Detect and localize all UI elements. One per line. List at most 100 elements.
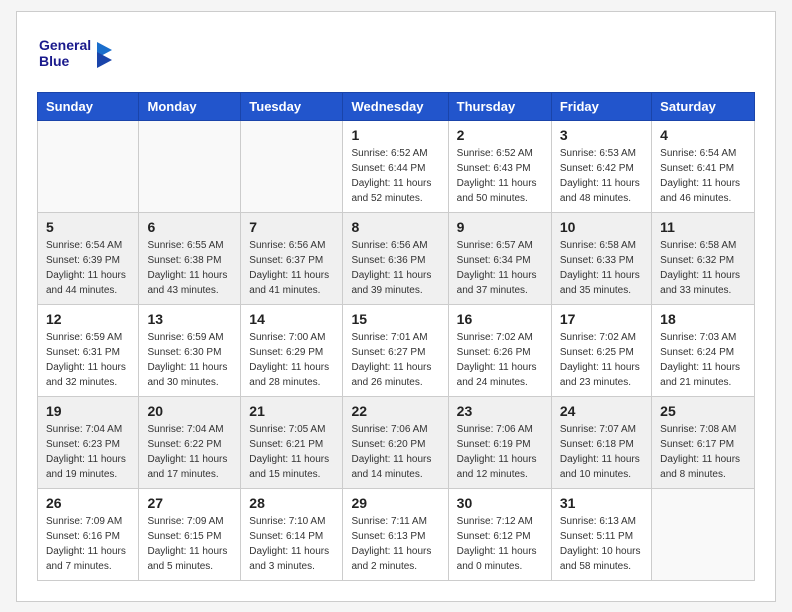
- day-info: Sunrise: 6:54 AM Sunset: 6:41 PM Dayligh…: [660, 146, 746, 206]
- svg-text:Blue: Blue: [39, 53, 70, 69]
- day-number: 8: [351, 219, 439, 235]
- day-info: Sunrise: 7:01 AM Sunset: 6:27 PM Dayligh…: [351, 330, 439, 390]
- weekday-header-sunday: Sunday: [38, 92, 139, 120]
- day-info: Sunrise: 6:52 AM Sunset: 6:43 PM Dayligh…: [457, 146, 543, 206]
- calendar-day-cell: 3 Sunrise: 6:53 AM Sunset: 6:42 PM Daylig…: [551, 120, 651, 212]
- weekday-header-friday: Friday: [551, 92, 651, 120]
- day-number: 25: [660, 403, 746, 419]
- svg-text:General: General: [39, 37, 91, 53]
- calendar-day-cell: 1 Sunrise: 6:52 AM Sunset: 6:44 PM Daylig…: [343, 120, 448, 212]
- day-info: Sunrise: 7:07 AM Sunset: 6:18 PM Dayligh…: [560, 422, 643, 482]
- calendar-day-cell: [139, 120, 241, 212]
- day-info: Sunrise: 7:08 AM Sunset: 6:17 PM Dayligh…: [660, 422, 746, 482]
- calendar-day-cell: 19Sunrise: 7:04 AM Sunset: 6:23 PM Dayli…: [38, 396, 139, 488]
- day-number: 20: [147, 403, 232, 419]
- calendar-week-row: 12 Sunrise: 6:59 AM Sunset: 6:31 PM Dayli…: [38, 304, 755, 396]
- calendar-day-cell: 14 Sunrise: 7:00 AM Sunset: 6:29 PM Dayli…: [241, 304, 343, 396]
- day-number: 27: [147, 495, 232, 511]
- day-number: 30: [457, 495, 543, 511]
- calendar-day-cell: 30 Sunrise: 7:12 AM Sunset: 6:12 PM Dayli…: [448, 488, 551, 580]
- day-info: Sunrise: 7:12 AM Sunset: 6:12 PM Dayligh…: [457, 514, 543, 574]
- calendar-day-cell: 7 Sunrise: 6:56 AM Sunset: 6:37 PM Daylig…: [241, 212, 343, 304]
- calendar-day-cell: 24 Sunrise: 7:07 AM Sunset: 6:18 PM Dayli…: [551, 396, 651, 488]
- day-number: 26: [46, 495, 130, 511]
- calendar-day-cell: 29 Sunrise: 7:11 AM Sunset: 6:13 PM Dayli…: [343, 488, 448, 580]
- day-number: 14: [249, 311, 334, 327]
- day-number: 13: [147, 311, 232, 327]
- day-info: Sunrise: 6:53 AM Sunset: 6:42 PM Dayligh…: [560, 146, 643, 206]
- day-number: 21: [249, 403, 334, 419]
- day-number: 17: [560, 311, 643, 327]
- weekday-header-thursday: Thursday: [448, 92, 551, 120]
- day-number: 29: [351, 495, 439, 511]
- calendar-day-cell: 10Sunrise: 6:58 AM Sunset: 6:33 PM Dayli…: [551, 212, 651, 304]
- day-number: 22: [351, 403, 439, 419]
- day-number: 31: [560, 495, 643, 511]
- day-number: 2: [457, 127, 543, 143]
- day-info: Sunrise: 6:13 AM Sunset: 5:11 PM Dayligh…: [560, 514, 643, 574]
- day-info: Sunrise: 6:58 AM Sunset: 6:32 PM Dayligh…: [660, 238, 746, 298]
- day-info: Sunrise: 7:00 AM Sunset: 6:29 PM Dayligh…: [249, 330, 334, 390]
- day-number: 1: [351, 127, 439, 143]
- day-info: Sunrise: 7:11 AM Sunset: 6:13 PM Dayligh…: [351, 514, 439, 574]
- calendar-day-cell: 22Sunrise: 7:06 AM Sunset: 6:20 PM Dayli…: [343, 396, 448, 488]
- calendar-day-cell: 28 Sunrise: 7:10 AM Sunset: 6:14 PM Dayli…: [241, 488, 343, 580]
- day-info: Sunrise: 6:56 AM Sunset: 6:37 PM Dayligh…: [249, 238, 334, 298]
- weekday-header-monday: Monday: [139, 92, 241, 120]
- calendar-week-row: 26 Sunrise: 7:09 AM Sunset: 6:16 PM Dayli…: [38, 488, 755, 580]
- day-info: Sunrise: 7:05 AM Sunset: 6:21 PM Dayligh…: [249, 422, 334, 482]
- day-info: Sunrise: 6:59 AM Sunset: 6:30 PM Dayligh…: [147, 330, 232, 390]
- weekday-header-saturday: Saturday: [652, 92, 755, 120]
- day-info: Sunrise: 7:02 AM Sunset: 6:25 PM Dayligh…: [560, 330, 643, 390]
- day-number: 3: [560, 127, 643, 143]
- weekday-header-tuesday: Tuesday: [241, 92, 343, 120]
- calendar-day-cell: 25 Sunrise: 7:08 AM Sunset: 6:17 PM Dayli…: [652, 396, 755, 488]
- day-info: Sunrise: 7:09 AM Sunset: 6:16 PM Dayligh…: [46, 514, 130, 574]
- calendar-day-cell: 31 Sunrise: 6:13 AM Sunset: 5:11 PM Dayli…: [551, 488, 651, 580]
- calendar-day-cell: 17 Sunrise: 7:02 AM Sunset: 6:25 PM Dayli…: [551, 304, 651, 396]
- day-number: 9: [457, 219, 543, 235]
- calendar-day-cell: 23 Sunrise: 7:06 AM Sunset: 6:19 PM Dayli…: [448, 396, 551, 488]
- day-info: Sunrise: 6:59 AM Sunset: 6:31 PM Dayligh…: [46, 330, 130, 390]
- calendar-day-cell: 9 Sunrise: 6:57 AM Sunset: 6:34 PM Daylig…: [448, 212, 551, 304]
- day-info: Sunrise: 6:58 AM Sunset: 6:33 PM Dayligh…: [560, 238, 643, 298]
- calendar-day-cell: 26 Sunrise: 7:09 AM Sunset: 6:16 PM Dayli…: [38, 488, 139, 580]
- day-info: Sunrise: 7:10 AM Sunset: 6:14 PM Dayligh…: [249, 514, 334, 574]
- calendar-day-cell: [38, 120, 139, 212]
- day-info: Sunrise: 7:09 AM Sunset: 6:15 PM Dayligh…: [147, 514, 232, 574]
- calendar-day-cell: [241, 120, 343, 212]
- calendar-day-cell: 8Sunrise: 6:56 AM Sunset: 6:36 PM Daylig…: [343, 212, 448, 304]
- weekday-header-wednesday: Wednesday: [343, 92, 448, 120]
- calendar-day-cell: 20 Sunrise: 7:04 AM Sunset: 6:22 PM Dayli…: [139, 396, 241, 488]
- calendar-day-cell: 12 Sunrise: 6:59 AM Sunset: 6:31 PM Dayli…: [38, 304, 139, 396]
- calendar-table: SundayMondayTuesdayWednesdayThursdayFrid…: [37, 92, 755, 581]
- day-number: 5: [46, 219, 130, 235]
- day-number: 24: [560, 403, 643, 419]
- day-number: 7: [249, 219, 334, 235]
- calendar-day-cell: 5 Sunrise: 6:54 AM Sunset: 6:39 PM Daylig…: [38, 212, 139, 304]
- day-number: 11: [660, 219, 746, 235]
- day-info: Sunrise: 6:52 AM Sunset: 6:44 PM Dayligh…: [351, 146, 439, 206]
- calendar-day-cell: [652, 488, 755, 580]
- calendar-day-cell: 21 Sunrise: 7:05 AM Sunset: 6:21 PM Dayli…: [241, 396, 343, 488]
- day-info: Sunrise: 7:04 AM Sunset: 6:23 PM Dayligh…: [46, 422, 130, 482]
- day-info: Sunrise: 6:55 AM Sunset: 6:38 PM Dayligh…: [147, 238, 232, 298]
- calendar-day-cell: 2 Sunrise: 6:52 AM Sunset: 6:43 PM Daylig…: [448, 120, 551, 212]
- day-info: Sunrise: 6:54 AM Sunset: 6:39 PM Dayligh…: [46, 238, 130, 298]
- day-info: Sunrise: 6:57 AM Sunset: 6:34 PM Dayligh…: [457, 238, 543, 298]
- day-number: 28: [249, 495, 334, 511]
- calendar-day-cell: 18Sunrise: 7:03 AM Sunset: 6:24 PM Dayli…: [652, 304, 755, 396]
- day-number: 4: [660, 127, 746, 143]
- day-info: Sunrise: 7:06 AM Sunset: 6:19 PM Dayligh…: [457, 422, 543, 482]
- day-number: 12: [46, 311, 130, 327]
- calendar-week-row: 5 Sunrise: 6:54 AM Sunset: 6:39 PM Daylig…: [38, 212, 755, 304]
- day-number: 18: [660, 311, 746, 327]
- calendar-week-row: 19Sunrise: 7:04 AM Sunset: 6:23 PM Dayli…: [38, 396, 755, 488]
- calendar-container: General Blue SundayMondayTuesdayWednesda…: [16, 11, 776, 602]
- calendar-day-cell: 16Sunrise: 7:02 AM Sunset: 6:26 PM Dayli…: [448, 304, 551, 396]
- weekday-header-row: SundayMondayTuesdayWednesdayThursdayFrid…: [38, 92, 755, 120]
- day-number: 23: [457, 403, 543, 419]
- calendar-day-cell: 6 Sunrise: 6:55 AM Sunset: 6:38 PM Daylig…: [139, 212, 241, 304]
- day-number: 6: [147, 219, 232, 235]
- day-info: Sunrise: 7:04 AM Sunset: 6:22 PM Dayligh…: [147, 422, 232, 482]
